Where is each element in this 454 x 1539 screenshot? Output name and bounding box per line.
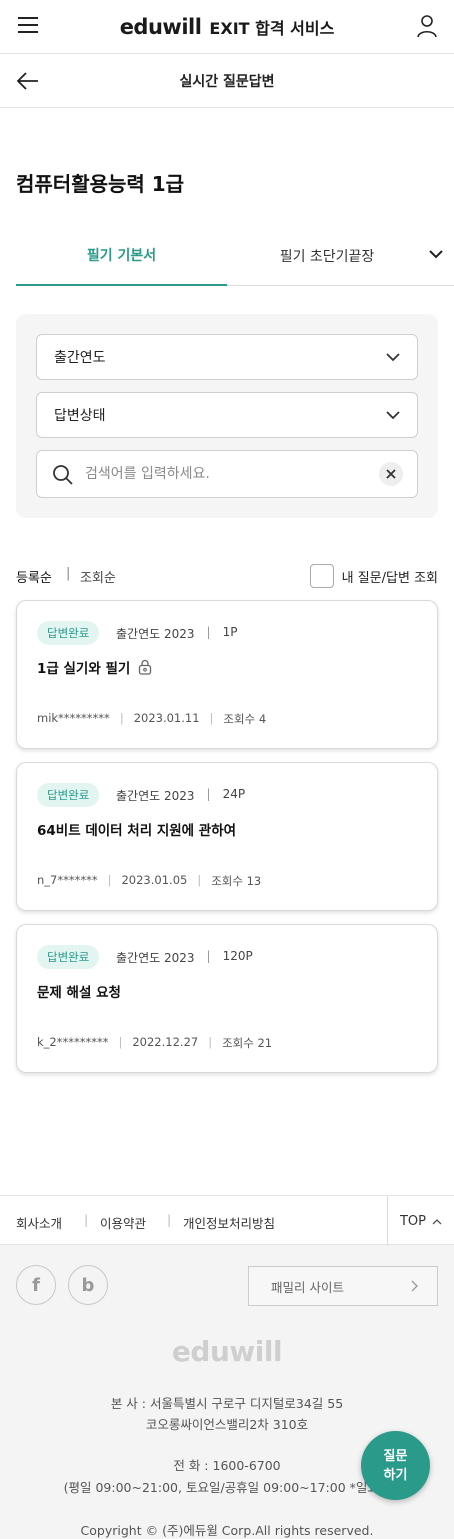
post-date: 2023.01.11: [133, 711, 200, 725]
publish-year: 출간연도 2023: [116, 627, 195, 641]
view-count: 조회수 4: [223, 712, 267, 726]
card-title: 64비트 데이터 처리 지원에 관하여: [37, 819, 236, 839]
facebook-icon[interactable]: f: [16, 1265, 56, 1305]
meta-divider: |: [208, 1035, 213, 1049]
search-box: [36, 450, 418, 498]
view-count: 조회수 13: [211, 874, 262, 888]
ask-question-button[interactable]: 질문 하기: [361, 1431, 430, 1500]
card-meta-top: 출간연도 2023 | 24P: [116, 787, 245, 804]
clear-search-button[interactable]: [379, 462, 403, 486]
page-title: 컴퓨터활용능력 1급: [16, 172, 185, 196]
meta-divider: |: [107, 873, 112, 887]
filter-panel: 출간연도 답변상태: [16, 314, 438, 518]
footer-divider: |: [167, 1212, 172, 1227]
card-meta-top: 출간연도 2023 | 1P: [116, 625, 237, 642]
card-title: 문제 해설 요청: [37, 981, 121, 1001]
fab-label-line-2: 하기: [383, 1467, 408, 1483]
author: mik*********: [37, 711, 110, 725]
year-select-label: 출간연도: [54, 350, 106, 366]
footer-logo: eduwill: [171, 1335, 283, 1368]
status-badge: 답변완료: [37, 621, 100, 645]
author: k_2*********: [37, 1035, 109, 1049]
blog-icon[interactable]: b: [68, 1265, 108, 1305]
chevron-down-icon: [386, 353, 400, 362]
status-badge: 답변완료: [37, 783, 100, 807]
book-tabs: 필기 기본서 필기 초단기끝장: [16, 226, 454, 286]
card-title: 1급 실기와 필기: [37, 657, 152, 677]
question-title: 64비트 데이터 처리 지원에 관하여: [37, 823, 237, 839]
hamburger-menu-icon[interactable]: [18, 17, 38, 35]
footer-divider: |: [84, 1212, 89, 1227]
publish-year: 출간연도 2023: [116, 789, 195, 803]
card-meta-bottom: mik********* | 2023.01.11 | 조회수 4: [37, 711, 266, 727]
fab-label-line-1: 질문: [383, 1448, 408, 1464]
meta-divider: |: [206, 787, 211, 801]
status-select[interactable]: 답변상태: [36, 392, 418, 438]
question-title: 문제 해설 요청: [37, 985, 121, 1001]
chevron-right-icon: [411, 1280, 418, 1292]
question-card[interactable]: 답변완료 출간연도 2023 | 24P 64비트 데이터 처리 지원에 관하여…: [16, 762, 438, 911]
chevron-down-icon[interactable]: [428, 246, 444, 262]
arrow-left-icon[interactable]: [16, 70, 40, 92]
view-count: 조회수 21: [222, 1036, 273, 1050]
status-badge: 답변완료: [37, 945, 100, 969]
tab-short-book[interactable]: 필기 초단기끝장: [227, 226, 427, 286]
meta-divider: |: [206, 625, 211, 639]
address-line-1: 본 사 : 서울특별시 구로구 디지털로34길 55: [110, 1396, 344, 1411]
card-meta-bottom: k_2********* | 2022.12.27 | 조회수 21: [37, 1035, 272, 1051]
question-card[interactable]: 답변완료 출간연도 2023 | 120P 문제 해설 요청 k_2******…: [16, 924, 438, 1073]
user-icon[interactable]: [416, 14, 438, 38]
family-site-label: 패밀리 사이트: [271, 1279, 344, 1295]
lock-icon: [139, 659, 152, 675]
my-questions-toggle[interactable]: 내 질문/답변 조회: [309, 564, 438, 588]
status-select-label: 답변상태: [54, 408, 106, 424]
brand-logo[interactable]: eduwill EXIT 합격 서비스: [120, 15, 335, 39]
meta-divider: |: [118, 1035, 123, 1049]
footer-link-privacy[interactable]: 개인정보처리방침: [183, 1213, 275, 1232]
page-number: 120P: [222, 949, 253, 963]
sort-by-registered[interactable]: 등록순: [16, 567, 52, 586]
close-icon: [386, 469, 396, 479]
logo-text: eduwill: [119, 14, 202, 39]
sub-header: 실시간 질문답변: [0, 54, 454, 108]
chevron-down-icon: [386, 411, 400, 420]
author: n_7*******: [37, 873, 98, 887]
page-subtitle: 실시간 질문답변: [179, 73, 275, 90]
scroll-top-button[interactable]: TOP: [387, 1196, 454, 1246]
my-questions-label: 내 질문/답변 조회: [341, 570, 438, 586]
post-date: 2022.12.27: [132, 1035, 199, 1049]
publish-year: 출간연도 2023: [116, 951, 195, 965]
search-input[interactable]: [85, 461, 365, 487]
question-title: 1급 실기와 필기: [37, 661, 131, 677]
page-number: 1P: [222, 625, 238, 639]
search-icon: [53, 465, 73, 485]
meta-divider: |: [209, 711, 214, 725]
copyright: Copyright © (주)에듀윌 Corp.All rights reser…: [80, 1523, 374, 1538]
page-number: 24P: [222, 787, 246, 801]
service-name: EXIT 합격 서비스: [209, 18, 335, 38]
top-label: TOP: [399, 1213, 426, 1229]
footer-link-company[interactable]: 회사소개: [16, 1213, 62, 1232]
meta-divider: |: [206, 949, 211, 963]
sort-bar: 등록순 | 조회순 내 질문/답변 조회: [16, 564, 438, 588]
card-meta-top: 출간연도 2023 | 120P: [116, 949, 253, 966]
sort-by-views[interactable]: 조회순: [80, 567, 116, 586]
meta-divider: |: [119, 711, 124, 725]
year-select[interactable]: 출간연도: [36, 334, 418, 380]
family-site-select[interactable]: 패밀리 사이트: [248, 1266, 438, 1306]
footer-link-terms[interactable]: 이용약관: [100, 1213, 146, 1232]
post-date: 2023.01.05: [121, 873, 188, 887]
company-address: 본 사 : 서울특별시 구로구 디지털로34길 55 코오롱싸이언스밸리2차 3…: [0, 1393, 454, 1435]
chevron-up-icon: [432, 1218, 442, 1224]
card-meta-bottom: n_7******* | 2023.01.05 | 조회수 13: [37, 873, 261, 889]
tab-basic-book[interactable]: 필기 기본서: [16, 226, 227, 286]
footer-links: 회사소개 | 이용약관 | 개인정보처리방침 TOP: [0, 1195, 454, 1246]
sort-divider: |: [66, 566, 71, 581]
meta-divider: |: [197, 873, 202, 887]
my-questions-checkbox[interactable]: [309, 564, 334, 588]
question-card[interactable]: 답변완료 출간연도 2023 | 1P 1급 실기와 필기 mik*******…: [16, 600, 438, 749]
top-header: eduwill EXIT 합격 서비스: [0, 0, 454, 54]
